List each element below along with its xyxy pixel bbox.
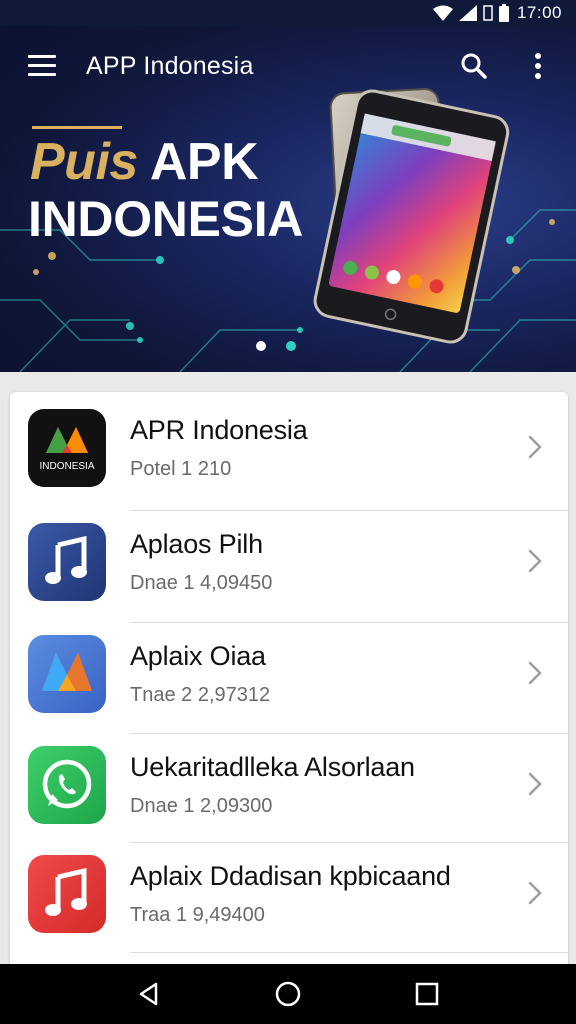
carousel-indicator [256, 341, 296, 351]
list-item-title: Uekaritadlleka Alsorlaan [130, 752, 415, 782]
list-item-title: Aplaix Ddadisan kpbicaand [130, 861, 451, 891]
decorative-gold-line [32, 126, 122, 129]
list-item[interactable]: Aplaix Ddadisan kpbicaand Traa 1 9,49400 [10, 838, 568, 950]
status-time: 17:00 [516, 3, 562, 22]
menu-icon[interactable] [22, 46, 62, 86]
music-note-icon [28, 523, 106, 601]
recents-icon[interactable] [403, 970, 451, 1018]
hero-headline-line2: INDONESIA [28, 191, 304, 247]
wifi-icon [432, 5, 453, 21]
m-logo-icon [28, 635, 106, 713]
header-banner: APP Indonesia Puis APK INDONESIA [0, 0, 576, 372]
list-item[interactable]: Aplaos Pilh Dnae 1 4,09450 [10, 506, 568, 618]
carousel-dot-active[interactable] [256, 341, 266, 351]
svg-text:INDONESIA: INDONESIA [39, 461, 94, 472]
chevron-right-icon [528, 549, 542, 573]
list-item-subtitle: Traa 1 9,49400 [130, 904, 265, 926]
list-item-title: Aplaix Oiaa [130, 641, 266, 671]
signal-icon [458, 5, 477, 21]
list-item-title: APR Indonesia [130, 415, 308, 445]
battery-icon [498, 4, 509, 22]
list-item-subtitle: Tnae 2 2,97312 [130, 684, 271, 706]
more-vert-icon[interactable] [520, 48, 556, 84]
chevron-right-icon [528, 435, 542, 459]
chevron-right-icon [528, 661, 542, 685]
list-item-subtitle: Dnae 1 4,09450 [130, 572, 273, 594]
data-icon [483, 5, 493, 21]
list-item[interactable]: INDONESIA APR Indonesia Potel 1 210 [10, 392, 568, 504]
divider [130, 952, 568, 953]
status-bar: 17:00 [0, 0, 576, 26]
list-item-subtitle: Potel 1 210 [130, 458, 232, 480]
search-icon[interactable] [456, 48, 492, 84]
hero-headline-line1: Puis APK [30, 133, 259, 191]
list-item[interactable]: Aplaix Oiaa Tnae 2 2,97312 [10, 618, 568, 730]
list-item[interactable]: Uekaritadlleka Alsorlaan Dnae 1 2,09300 [10, 729, 568, 841]
whatsapp-icon [28, 746, 106, 824]
chevron-right-icon [528, 881, 542, 905]
home-icon[interactable] [264, 970, 312, 1018]
app-list: INDONESIA APR Indonesia Potel 1 210 Apla… [10, 392, 568, 972]
indonesia-logo-icon: INDONESIA [28, 409, 106, 487]
list-item-title: Aplaos Pilh [130, 529, 263, 559]
app-title: APP Indonesia [86, 51, 254, 80]
list-item-subtitle: Dnae 1 2,09300 [130, 795, 273, 817]
carousel-dot[interactable] [286, 341, 296, 351]
back-icon[interactable] [125, 970, 173, 1018]
app-bar: APP Indonesia [0, 26, 576, 106]
system-nav-bar [0, 964, 576, 1024]
music-note-red-icon [28, 855, 106, 933]
chevron-right-icon [528, 772, 542, 796]
